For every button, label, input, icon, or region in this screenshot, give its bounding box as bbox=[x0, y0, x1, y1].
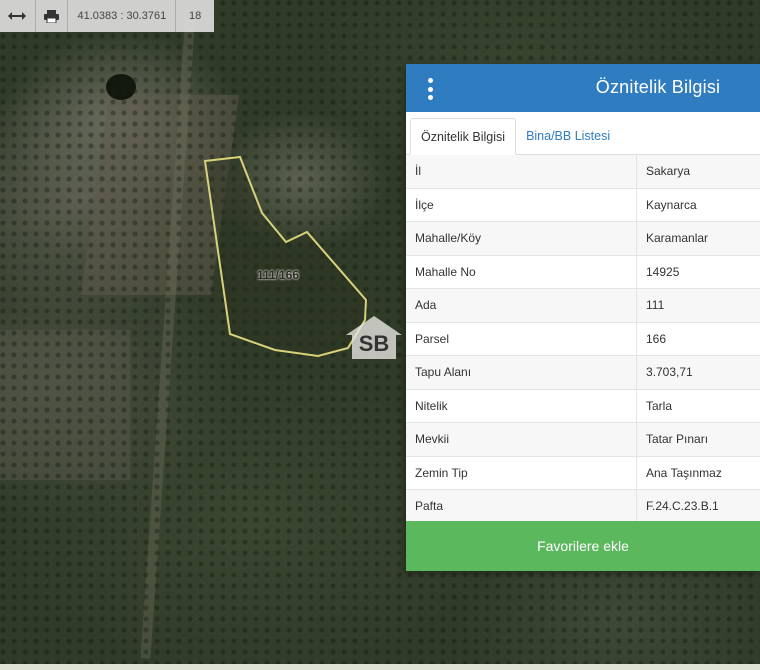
measure-button[interactable] bbox=[0, 0, 36, 32]
attribute-value: 3.703,71 bbox=[636, 355, 760, 390]
attribute-key: Zemin Tip bbox=[406, 456, 637, 490]
panel-header: Öznitelik Bilgisi bbox=[406, 64, 760, 112]
attribute-value: 166 bbox=[636, 322, 760, 356]
attribute-value: F.24.C.23.B.1 bbox=[636, 489, 760, 524]
svg-text:SB: SB bbox=[359, 331, 390, 356]
attribute-value: Tarla bbox=[636, 389, 760, 423]
attribute-key: Nitelik bbox=[406, 389, 637, 423]
attribute-panel: Öznitelik Bilgisi Öznitelik Bilgisi Bina… bbox=[406, 64, 760, 571]
attribute-key: Ada bbox=[406, 288, 637, 323]
add-favorite-button[interactable]: Favorilere ekle bbox=[406, 521, 760, 571]
table-row: Mahalle No 14925 bbox=[406, 255, 760, 289]
coordinate-readout: 41.0383 : 30.3761 bbox=[68, 0, 177, 32]
table-row: İlçe Kaynarca bbox=[406, 188, 760, 222]
attribute-key: Mahalle/Köy bbox=[406, 221, 637, 256]
attribute-value: Sakarya bbox=[636, 155, 760, 189]
parcel-polygon[interactable] bbox=[203, 155, 368, 358]
attribute-key: Pafta bbox=[406, 489, 637, 524]
attribute-value: 14925 bbox=[636, 255, 760, 289]
attribute-value: Tatar Pınarı bbox=[636, 422, 760, 457]
attribute-key: Parsel bbox=[406, 322, 637, 356]
kebab-menu-icon[interactable] bbox=[424, 78, 436, 100]
table-row: İl Sakarya bbox=[406, 155, 760, 189]
house-logo-icon: SB bbox=[346, 316, 402, 359]
table-row: Zemin Tip Ana Taşınmaz bbox=[406, 456, 760, 490]
attribute-key: İlçe bbox=[406, 188, 637, 222]
parcel-label: 111/166 bbox=[256, 268, 300, 282]
attribute-value: Kaynarca bbox=[636, 188, 760, 222]
panel-title: Öznitelik Bilgisi bbox=[595, 77, 721, 97]
map-attribution-strip bbox=[0, 664, 760, 670]
tab-building-list[interactable]: Bina/BB Listesi bbox=[516, 118, 620, 154]
attribute-value: Karamanlar bbox=[636, 221, 760, 256]
map-toolbar: 41.0383 : 30.3761 18 bbox=[0, 0, 214, 32]
table-row: Nitelik Tarla bbox=[406, 389, 760, 423]
zoom-level: 18 bbox=[189, 10, 202, 22]
attribute-key: Tapu Alanı bbox=[406, 355, 637, 390]
attribute-key: Mahalle No bbox=[406, 255, 637, 289]
panel-tabs: Öznitelik Bilgisi Bina/BB Listesi bbox=[406, 112, 760, 155]
table-row: Parsel 166 bbox=[406, 322, 760, 356]
table-row: Mahalle/Köy Karamanlar bbox=[406, 221, 760, 256]
attribute-value: 111 bbox=[636, 288, 760, 323]
table-row: Mevkii Tatar Pınarı bbox=[406, 422, 760, 457]
attribute-key: İl bbox=[406, 155, 637, 189]
print-button[interactable] bbox=[36, 0, 69, 32]
table-row: Tapu Alanı 3.703,71 bbox=[406, 355, 760, 390]
attribute-table: İl Sakarya İlçe Kaynarca Mahalle/Köy Karamanl… bbox=[406, 155, 760, 524]
printer-icon bbox=[44, 9, 60, 23]
tab-attribute-info[interactable]: Öznitelik Bilgisi bbox=[410, 118, 517, 155]
table-row: Pafta F.24.C.23.B.1 bbox=[406, 489, 760, 524]
attribute-value: Ana Taşınmaz bbox=[636, 456, 760, 490]
table-row: Ada 111 bbox=[406, 288, 760, 323]
horizontal-arrows-icon bbox=[8, 12, 27, 20]
attribute-key: Mevkii bbox=[406, 422, 637, 457]
